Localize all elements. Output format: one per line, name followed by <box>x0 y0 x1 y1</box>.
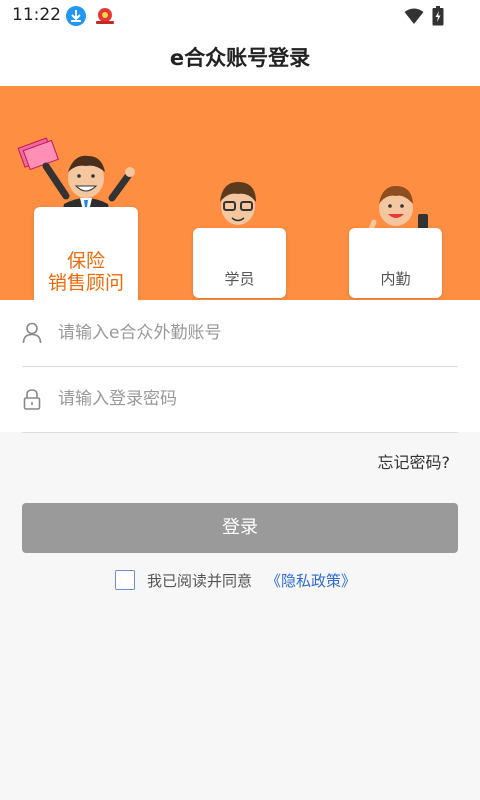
role-card-student[interactable]: 学员 <box>193 228 286 298</box>
login-button[interactable]: 登录 <box>22 503 458 553</box>
agreement-checkbox[interactable] <box>115 570 135 590</box>
account-field-row <box>22 300 458 367</box>
status-bar: 11:22 <box>0 0 480 32</box>
app-notification-icon <box>94 6 114 26</box>
status-time: 11:22 <box>12 5 61 25</box>
role-banner: 保险 销售顾问 学员 内勤 <box>0 86 480 300</box>
user-icon <box>22 322 42 348</box>
role-label-sales-advisor: 保险 销售顾问 <box>47 250 124 294</box>
battery-charging-icon <box>432 6 444 30</box>
password-field-row <box>22 366 458 433</box>
download-icon <box>66 6 86 26</box>
agreement-text: 我已阅读并同意 <box>147 572 253 590</box>
role-label-office-staff: 内勤 <box>380 270 411 288</box>
password-input[interactable] <box>56 380 456 418</box>
account-input[interactable] <box>56 314 456 352</box>
login-form <box>0 300 480 433</box>
lock-icon <box>22 388 42 414</box>
role-card-office-staff[interactable]: 内勤 <box>349 228 442 298</box>
role-card-sales-advisor[interactable]: 保险 销售顾问 <box>34 207 138 300</box>
privacy-policy-link[interactable]: 《隐私政策》 <box>266 570 356 591</box>
page-title: e合众账号登录 <box>169 46 311 70</box>
role-label-student: 学员 <box>224 270 255 288</box>
forgot-password-link[interactable]: 忘记密码? <box>378 449 451 473</box>
wifi-icon <box>404 7 424 29</box>
title-bar: e合众账号登录 <box>0 32 480 86</box>
